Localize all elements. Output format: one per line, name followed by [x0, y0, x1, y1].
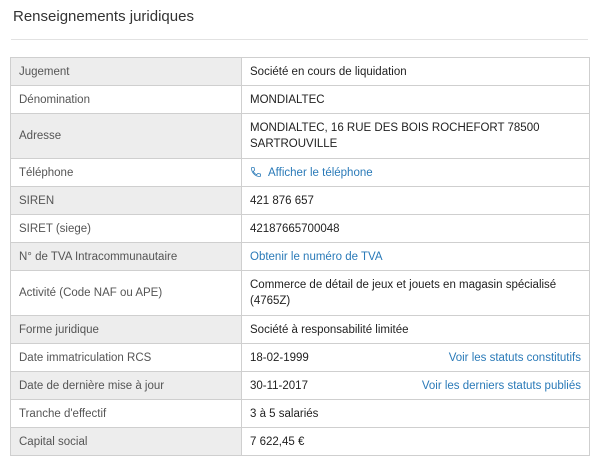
row-denomination: Dénomination MONDIALTEC [10, 85, 590, 114]
row-capital: Capital social 7 622,45 € [10, 427, 590, 456]
label-activite: Activité (Code NAF ou APE) [10, 270, 242, 316]
value-tva: Obtenir le numéro de TVA [241, 242, 590, 271]
activite-line-1: Commerce de détail de jeux et jouets en … [250, 279, 557, 291]
legal-info-table: Jugement Société en cours de liquidation… [10, 57, 590, 456]
value-forme-juridique: Société à responsabilité limitée [241, 315, 590, 344]
value-immatriculation: 18-02-1999 Voir les statuts constitutifs [241, 343, 590, 372]
row-adresse: Adresse MONDIALTEC, 16 RUE DES BOIS ROCH… [10, 113, 590, 159]
label-jugement: Jugement [10, 57, 242, 86]
label-immatriculation: Date immatriculation RCS [10, 343, 242, 372]
get-vat-number-link[interactable]: Obtenir le numéro de TVA [250, 251, 383, 263]
value-effectif: 3 à 5 salariés [241, 399, 590, 428]
value-siret: 42187665700048 [241, 214, 590, 243]
row-derniere-maj: Date de dernière mise à jour 30-11-2017 … [10, 371, 590, 400]
label-siret: SIRET (siege) [10, 214, 242, 243]
row-activite: Activité (Code NAF ou APE) Commerce de d… [10, 270, 590, 316]
label-capital: Capital social [10, 427, 242, 456]
row-siret: SIRET (siege) 42187665700048 [10, 214, 590, 243]
value-adresse: MONDIALTEC, 16 RUE DES BOIS ROCHEFORT 78… [241, 113, 590, 159]
value-capital: 7 622,45 € [241, 427, 590, 456]
show-phone-link[interactable]: Afficher le téléphone [250, 167, 373, 179]
row-immatriculation: Date immatriculation RCS 18-02-1999 Voir… [10, 343, 590, 372]
label-denomination: Dénomination [10, 85, 242, 114]
immatriculation-date: 18-02-1999 [250, 351, 309, 364]
row-siren: SIREN 421 876 657 [10, 186, 590, 215]
maj-date: 30-11-2017 [250, 379, 308, 392]
value-activite: Commerce de détail de jeux et jouets en … [241, 270, 590, 316]
label-forme-juridique: Forme juridique [10, 315, 242, 344]
row-forme-juridique: Forme juridique Société à responsabilité… [10, 315, 590, 344]
section-title: Renseignements juridiques [13, 8, 194, 25]
label-telephone: Téléphone [10, 158, 242, 187]
legal-info-panel: Renseignements juridiques Jugement Socié… [0, 0, 600, 471]
row-effectif: Tranche d'effectif 3 à 5 salariés [10, 399, 590, 428]
label-effectif: Tranche d'effectif [10, 399, 242, 428]
label-adresse: Adresse [10, 113, 242, 159]
adresse-line-1: MONDIALTEC, 16 RUE DES BOIS ROCHEFORT 78… [250, 122, 540, 134]
value-telephone: Afficher le téléphone [241, 158, 590, 187]
value-siren: 421 876 657 [241, 186, 590, 215]
adresse-line-2: SARTROUVILLE [250, 138, 338, 150]
label-siren: SIREN [10, 186, 242, 215]
label-tva: N° de TVA Intracommunautaire [10, 242, 242, 271]
constitutive-statutes-link[interactable]: Voir les statuts constitutifs [449, 350, 581, 366]
activite-line-2: (4765Z) [250, 295, 291, 307]
value-denomination: MONDIALTEC [241, 85, 590, 114]
show-phone-label: Afficher le téléphone [268, 166, 373, 179]
phone-icon [251, 166, 261, 177]
row-jugement: Jugement Société en cours de liquidation [10, 57, 590, 86]
row-telephone: Téléphone Afficher le téléphone [10, 158, 590, 187]
label-derniere-maj: Date de dernière mise à jour [10, 371, 242, 400]
value-jugement: Société en cours de liquidation [241, 57, 590, 86]
title-divider [11, 39, 588, 40]
value-derniere-maj: 30-11-2017 Voir les derniers statuts pub… [241, 371, 590, 400]
row-tva: N° de TVA Intracommunautaire Obtenir le … [10, 242, 590, 271]
latest-statutes-link[interactable]: Voir les derniers statuts publiés [422, 378, 581, 394]
